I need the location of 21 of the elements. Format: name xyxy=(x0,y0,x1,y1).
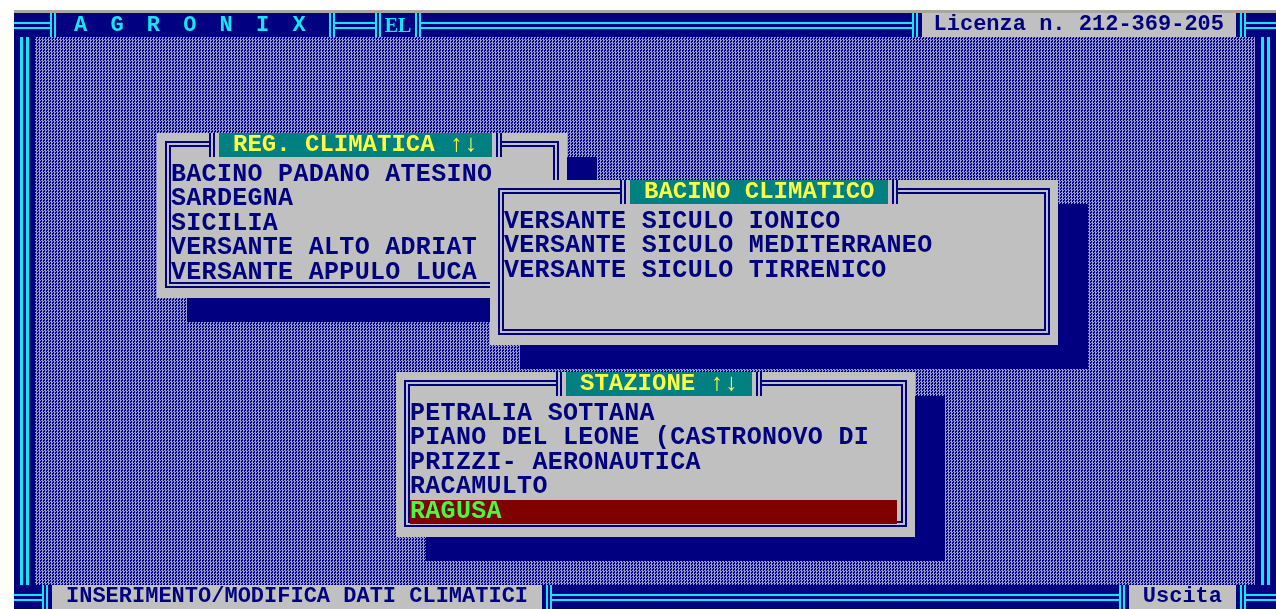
window-title: REG. CLIMATICA ↑↓ xyxy=(219,133,492,157)
window-title: STAZIONE ↑↓ xyxy=(566,372,753,396)
list-item[interactable]: VERSANTE SICULO IONICO xyxy=(504,210,841,235)
list-item[interactable]: SARDEGNA xyxy=(171,187,294,212)
list-item[interactable]: RAGUSA xyxy=(410,499,897,524)
exit-button[interactable]: Uscita xyxy=(1128,585,1236,609)
list-item[interactable]: VERSANTE ALTO ADRIAT xyxy=(171,236,478,261)
list-item[interactable]: VERSANTE APPULO LUCA xyxy=(171,260,478,285)
window-title: BACINO CLIMATICO xyxy=(630,180,889,204)
list-item[interactable]: SICILIA xyxy=(171,211,279,237)
list-item[interactable]: VERSANTE SICULO TIRRENICO xyxy=(504,258,887,284)
list-item[interactable]: PIANO DEL LEONE (CASTRONOVO DI xyxy=(410,426,870,451)
mode-label: EL xyxy=(384,13,412,37)
list-item[interactable]: PRIZZI- AERONAUTICA xyxy=(410,450,701,476)
app-title: A G R O N I X xyxy=(73,12,312,38)
license-label: Licenza n. 212-369-205 xyxy=(921,13,1236,37)
list-item[interactable]: PETRALIA SOTTANA xyxy=(410,402,655,427)
list-item[interactable]: BACINO PADANO ATESINO xyxy=(171,163,493,188)
list-item[interactable]: RACAMULTO xyxy=(410,475,548,500)
status-message: INSERIMENTO/MODIFICA DATI CLIMATICI xyxy=(52,585,543,609)
list-item[interactable]: VERSANTE SICULO MEDITERRANEO xyxy=(504,234,933,259)
